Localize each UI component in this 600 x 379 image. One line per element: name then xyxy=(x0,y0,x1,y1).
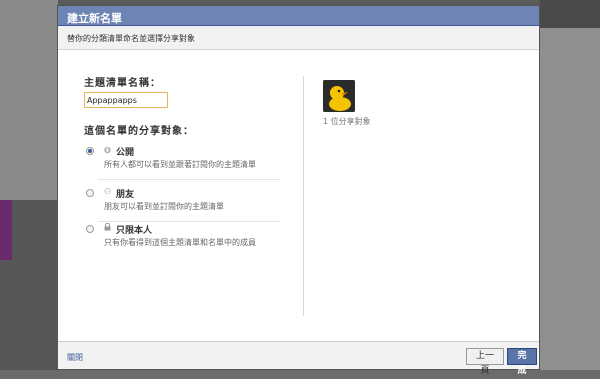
option-friends[interactable]: ⚇ 朋友 朋友可以看到並訂閱你的主題清單 xyxy=(84,184,280,222)
friends-icon: ⚇ xyxy=(104,187,112,196)
done-button[interactable]: 完成 xyxy=(507,348,537,376)
dialog-titlebar: 建立新名單 xyxy=(58,6,539,26)
dialog-subheader: 替你的分類清單命名並選擇分享對象 xyxy=(58,26,539,50)
column-divider xyxy=(303,76,304,316)
option-only-me-description: 只有你看得到這個主題清單和名單中的成員 xyxy=(104,238,256,247)
dialog-subtitle: 替你的分類清單命名並選擇分享對象 xyxy=(67,34,195,43)
lock-icon xyxy=(104,222,111,233)
backdrop-left-accent xyxy=(0,200,12,260)
create-list-dialog: 建立新名單 替你的分類清單命名並選擇分享對象 主題清單名稱： 這個名單的分享對象… xyxy=(57,5,540,376)
backdrop-left-panel-upper xyxy=(0,0,58,200)
duck-avatar-icon[interactable] xyxy=(323,80,355,112)
option-only-me-title: 只限本人 xyxy=(116,226,153,236)
dialog-footer: 關閉 上一頁 完成 xyxy=(58,341,539,376)
list-name-input[interactable] xyxy=(84,92,168,108)
option-divider xyxy=(98,179,280,180)
option-only-me[interactable]: 只限本人 只有你看得到這個主題清單和名單中的成員 xyxy=(84,220,280,258)
dialog-title: 建立新名單 xyxy=(67,12,122,25)
option-public-title: 公開 xyxy=(116,148,135,158)
option-friends-description: 朋友可以看到並訂閱你的主題清單 xyxy=(104,202,224,211)
share-audience-label: 這個名單的分享對象： xyxy=(84,126,194,137)
globe-icon: ◍ xyxy=(104,145,111,154)
backdrop-right-header xyxy=(540,0,600,28)
list-name-label: 主題清單名稱： xyxy=(84,78,161,89)
radio-only-me[interactable] xyxy=(86,225,94,233)
option-public[interactable]: ◍ 公開 所有人都可以看到並跟著訂閱你的主題清單 xyxy=(84,142,280,180)
option-friends-title: 朋友 xyxy=(116,190,135,200)
radio-friends[interactable] xyxy=(86,189,94,197)
radio-public[interactable] xyxy=(86,147,94,155)
backdrop-right-panel xyxy=(540,0,600,370)
option-public-description: 所有人都可以看到並跟著訂閱你的主題清單 xyxy=(104,160,256,169)
share-count: 1 位分享對象 xyxy=(323,117,371,126)
previous-page-button[interactable]: 上一頁 xyxy=(466,348,504,376)
close-link[interactable]: 關閉 xyxy=(67,352,83,363)
